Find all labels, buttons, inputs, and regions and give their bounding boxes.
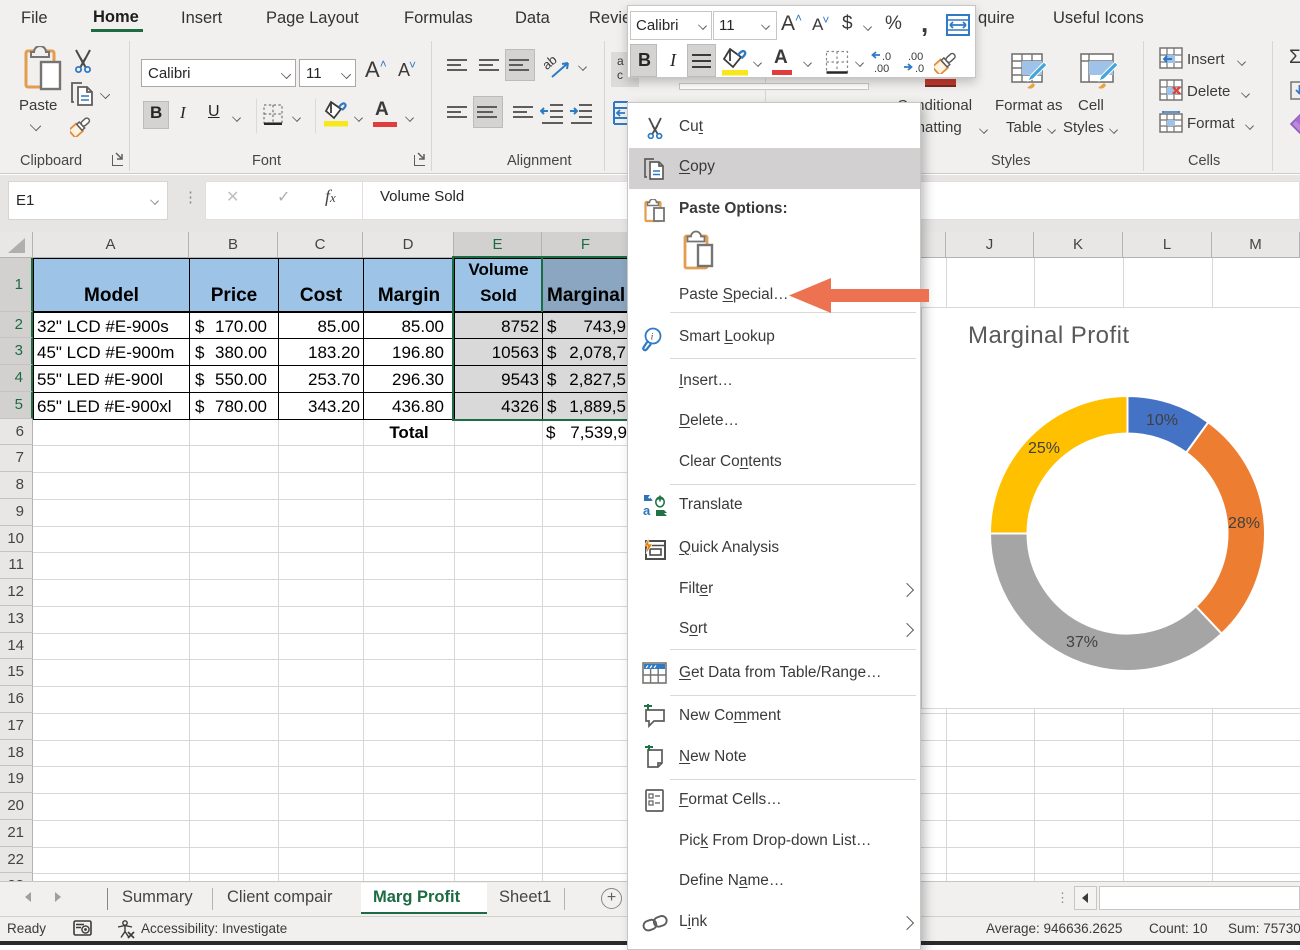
svg-text:.00: .00 (874, 63, 889, 74)
svg-text:.0: .0 (915, 63, 924, 74)
svg-text:a: a (643, 503, 651, 518)
svg-text:ab: ab (544, 53, 560, 73)
svg-text:i: i (651, 332, 654, 342)
svg-text:.0: .0 (882, 51, 891, 63)
svg-text:.00: .00 (908, 51, 923, 63)
